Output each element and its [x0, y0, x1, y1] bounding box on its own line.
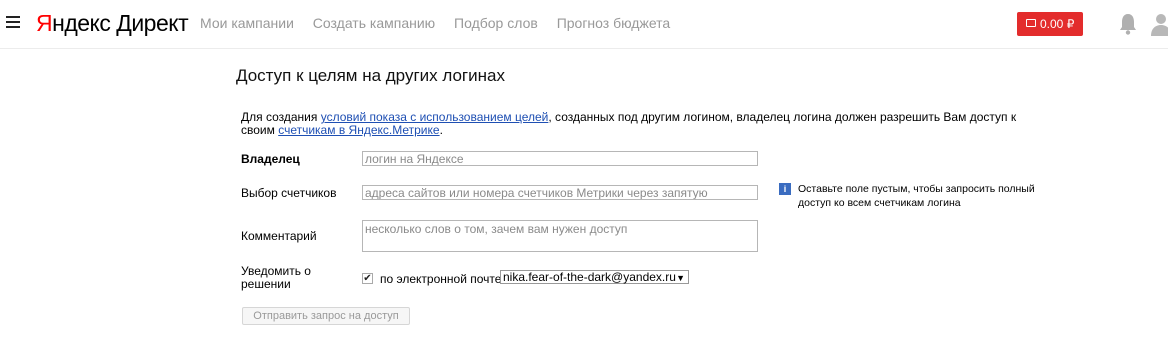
intro-suffix: .: [439, 123, 443, 137]
balance-amount: 0.00 ₽: [1040, 17, 1075, 31]
email-value: nika.fear-of-the-dark@yandex.ru: [503, 270, 676, 284]
nav-budget-forecast[interactable]: Прогноз бюджета: [557, 15, 671, 31]
logo-yandex-letter: Я: [36, 10, 53, 36]
conditions-link[interactable]: условий показа с использованием целей: [321, 110, 549, 124]
notify-label: Уведомить о решении: [241, 264, 311, 291]
dropdown-arrow-icon: ▼: [676, 273, 685, 283]
counters-hint: Оставьте поле пустым, чтобы запросить по…: [798, 183, 1035, 209]
bell-icon[interactable]: [1117, 12, 1139, 36]
counters-label: Выбор счетчиков: [241, 186, 337, 200]
nav-create-campaign[interactable]: Создать кампанию: [313, 15, 435, 31]
metrika-counters-link[interactable]: счетчикам в Яндекс.Метрике: [278, 123, 439, 137]
owner-label: Владелец: [241, 152, 300, 166]
submit-request-button[interactable]: Отправить запрос на доступ: [242, 307, 410, 325]
user-icon[interactable]: [1150, 12, 1168, 36]
info-icon: i: [779, 183, 791, 195]
comment-label: Комментарий: [241, 229, 317, 243]
intro-text: Для создания условий показа с использова…: [241, 111, 1041, 137]
balance-button[interactable]: 0.00 ₽: [1017, 12, 1083, 36]
wallet-icon: [1026, 19, 1036, 27]
nav-word-selection[interactable]: Подбор слов: [454, 15, 538, 31]
owner-input[interactable]: [362, 151, 758, 166]
intro-prefix: Для создания: [241, 110, 321, 124]
notify-email-label: по электронной почте: [380, 272, 502, 286]
notify-checkbox[interactable]: ✔: [362, 273, 373, 284]
email-select[interactable]: nika.fear-of-the-dark@yandex.ru ▼: [500, 270, 689, 284]
main-nav: Мои кампании Создать кампанию Подбор сло…: [200, 15, 685, 31]
logo-text: ндекс Директ: [52, 10, 189, 36]
nav-my-campaigns[interactable]: Мои кампании: [200, 15, 294, 31]
counters-input[interactable]: [362, 185, 758, 200]
comment-textarea[interactable]: [362, 220, 758, 252]
logo[interactable]: Яндекс Директ: [36, 10, 189, 37]
page-title: Доступ к целям на других логинах: [236, 66, 505, 85]
menu-icon[interactable]: [6, 16, 20, 28]
header: Яндекс Директ Мои кампании Создать кампа…: [0, 0, 1168, 49]
